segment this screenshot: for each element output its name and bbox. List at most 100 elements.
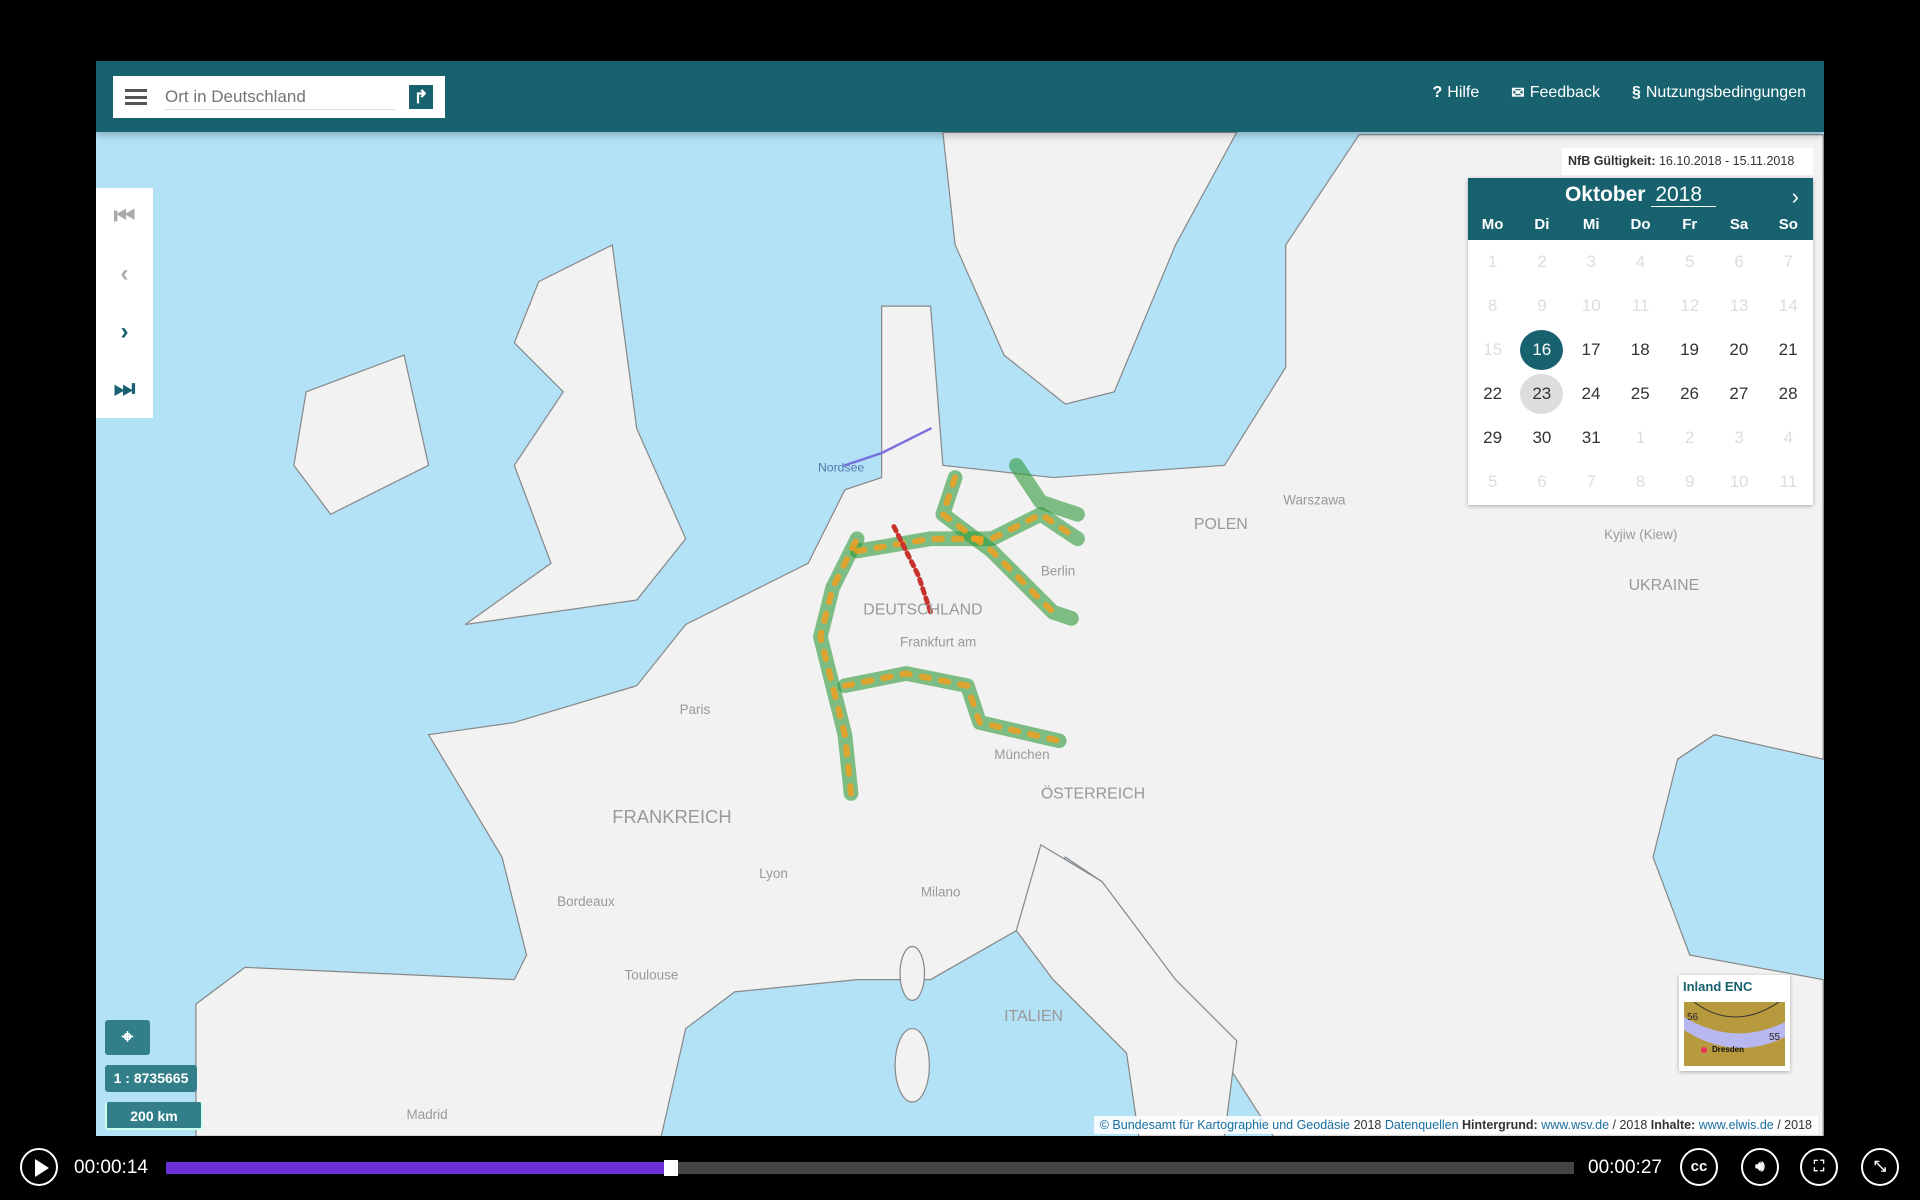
calendar-day[interactable]: 7	[1764, 242, 1813, 282]
calendar-day[interactable]: 30	[1517, 418, 1566, 458]
calendar-day[interactable]: 16	[1520, 330, 1564, 370]
weekday-header: Mi	[1582, 216, 1600, 233]
city-label: Dresden	[1712, 1045, 1744, 1054]
calendar-day[interactable]: 3	[1714, 418, 1763, 458]
total-time: 00:00:27	[1588, 1157, 1662, 1178]
calendar-month[interactable]: Oktober	[1565, 183, 1646, 206]
calendar-day[interactable]: 10	[1567, 286, 1616, 326]
calendar-day[interactable]: 10	[1714, 462, 1763, 502]
last-step-icon[interactable]: ⏭	[114, 375, 136, 403]
current-time: 00:00:14	[74, 1157, 148, 1178]
inland-enc-thumbnail: 56 55 Dresden	[1684, 1002, 1785, 1066]
calendar-day[interactable]: 9	[1665, 462, 1714, 502]
volume-button[interactable]: 🔊︎	[1741, 1148, 1779, 1186]
video-player-controls: 00:00:14 00:00:27 cc 🔊︎ ⛶ ⤡	[0, 1136, 1920, 1200]
weekday-header: Di	[1534, 216, 1550, 233]
depth-label: 56	[1687, 1012, 1699, 1023]
map-label: ÖSTERREICH	[1041, 784, 1145, 802]
calendar-day[interactable]: 17	[1566, 330, 1615, 370]
calendar-day[interactable]: 20	[1714, 330, 1763, 370]
map-label: Toulouse	[624, 968, 678, 983]
calendar-day[interactable]: 7	[1567, 462, 1616, 502]
calendar-day[interactable]: 6	[1714, 242, 1763, 282]
menu-icon[interactable]	[125, 89, 147, 105]
wsv-link[interactable]: www.wsv.de	[1541, 1118, 1609, 1132]
feedback-link[interactable]: ✉ Feedback	[1511, 83, 1600, 103]
calendar-day[interactable]: 11	[1764, 462, 1813, 502]
map-label: Milano	[921, 884, 961, 899]
calendar-day[interactable]: 11	[1616, 286, 1665, 326]
calendar-day[interactable]: 5	[1665, 242, 1714, 282]
map-label: Lyon	[759, 866, 788, 881]
next-month-icon[interactable]: ›	[1792, 184, 1799, 210]
route-icon[interactable]: ↱	[409, 85, 433, 109]
calendar-day[interactable]: 22	[1468, 374, 1517, 414]
bg-label: Hintergrund:	[1462, 1118, 1538, 1132]
validity-value: 16.10.2018 - 15.11.2018	[1658, 154, 1795, 168]
calendar-day[interactable]: 8	[1616, 462, 1665, 502]
next-icon[interactable]: ›	[121, 318, 129, 346]
calendar-day[interactable]: 3	[1567, 242, 1616, 282]
help-link[interactable]: ? Hilfe	[1432, 83, 1479, 103]
exit-fullscreen-button[interactable]: ⤡	[1861, 1148, 1899, 1186]
calendar-day[interactable]: 9	[1517, 286, 1566, 326]
calendar-day[interactable]: 19	[1665, 330, 1714, 370]
calendar-day[interactable]: 1	[1616, 418, 1665, 458]
seek-bar[interactable]	[166, 1160, 1574, 1176]
calendar-day[interactable]: 27	[1714, 374, 1763, 414]
elwis-link[interactable]: www.elwis.de	[1699, 1118, 1774, 1132]
bkg-link[interactable]: © Bundesamt für Kartographie und Geodäsi…	[1100, 1118, 1350, 1132]
calendar-day[interactable]: 14	[1764, 286, 1813, 326]
cc-icon: cc	[1690, 1158, 1708, 1175]
calendar-day[interactable]: 21	[1763, 330, 1812, 370]
bg-year: / 2018	[1612, 1118, 1648, 1132]
captions-button[interactable]: cc	[1680, 1148, 1718, 1186]
calendar-day[interactable]: 24	[1566, 374, 1615, 414]
calendar-day[interactable]: 12	[1665, 286, 1714, 326]
calendar-day[interactable]: 8	[1468, 286, 1517, 326]
calendar-week: 1234567	[1468, 240, 1813, 284]
top-bar: ↱ ?Hilfe ✉Feedback §Nutzungsbedingungen	[96, 61, 1824, 132]
terms-link[interactable]: § Nutzungsbedingungen	[1632, 83, 1806, 103]
fullscreen-button[interactable]: ⛶	[1800, 1148, 1838, 1186]
time-nav-panel: ⏮ ‹ › ⏭	[96, 188, 153, 418]
calendar-day[interactable]: 2	[1665, 418, 1714, 458]
first-step-icon[interactable]: ⏮	[114, 203, 136, 231]
calendar-day[interactable]: 23	[1520, 374, 1564, 414]
sources-link[interactable]: Datenquellen	[1385, 1118, 1459, 1132]
attribution: © Bundesamt für Kartographie und Geodäsi…	[1093, 1116, 1818, 1134]
calendar-day[interactable]: 4	[1764, 418, 1813, 458]
question-icon: ?	[1432, 84, 1443, 101]
attr-year: 2018	[1353, 1118, 1382, 1132]
calendar-day[interactable]: 1	[1468, 242, 1517, 282]
map-label: Bordeaux	[557, 894, 615, 909]
search-input[interactable]	[165, 84, 395, 110]
calendar-week: 8 9 10 11 12 13 14	[1468, 284, 1813, 328]
calendar-day[interactable]: 2	[1517, 242, 1566, 282]
calendar-day[interactable]: 31	[1567, 418, 1616, 458]
previous-icon[interactable]: ‹	[121, 260, 129, 288]
calendar-day[interactable]: 15	[1468, 330, 1517, 370]
map-label: ITALIEN	[1004, 1008, 1063, 1025]
locate-button[interactable]: ⌖	[105, 1020, 150, 1055]
calendar-day[interactable]: 26	[1665, 374, 1714, 414]
calendar-day[interactable]: 4	[1616, 242, 1665, 282]
map-label: Berlin	[1041, 564, 1075, 579]
calendar-day[interactable]: 29	[1468, 418, 1517, 458]
calendar-day[interactable]: 28	[1763, 374, 1812, 414]
weekday-header: Fr	[1682, 216, 1698, 233]
location-pin-icon: ⌖	[121, 1026, 134, 1048]
overview-inland-enc[interactable]: Inland ENC 56 55 Dresden	[1679, 975, 1790, 1071]
calendar-day[interactable]: 25	[1616, 374, 1665, 414]
validity-info: NfB Gültigkeit: 16.10.2018 - 15.11.2018	[1562, 148, 1813, 175]
calendar-day[interactable]: 5	[1468, 462, 1517, 502]
calendar-day[interactable]: 6	[1517, 462, 1566, 502]
calendar-year[interactable]: 2018	[1651, 183, 1717, 207]
calendar-day[interactable]: 18	[1616, 330, 1665, 370]
seek-thumb[interactable]	[664, 1160, 679, 1176]
scale-ratio: 1 : 8735665	[105, 1065, 197, 1092]
calendar-week: 15 16 17 18 19 20 21	[1468, 328, 1813, 372]
play-button[interactable]	[20, 1148, 58, 1186]
calendar-day[interactable]: 13	[1714, 286, 1763, 326]
calendar: Oktober 2018 › Mo Di Mi Do Fr Sa So 1234567891…	[1468, 178, 1813, 505]
